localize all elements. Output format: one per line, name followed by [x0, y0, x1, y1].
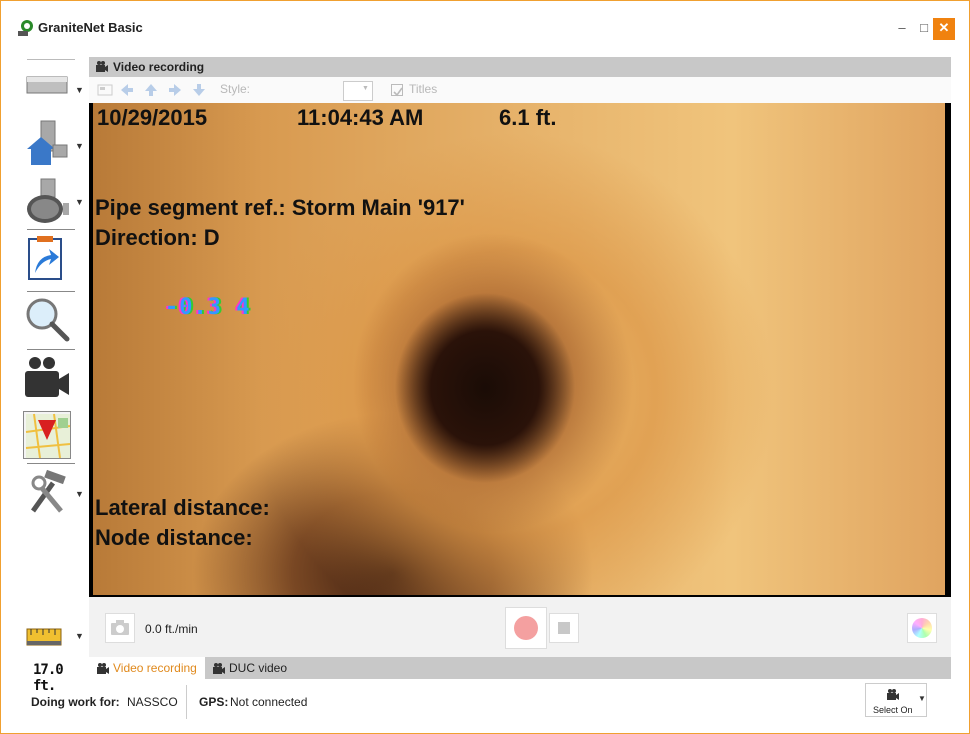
video-camera-icon: [25, 357, 69, 397]
close-button[interactable]: ✕: [933, 18, 955, 40]
osd-distance: 6.1 ft.: [499, 105, 557, 130]
stop-icon: [558, 622, 570, 634]
toolbar-divider: [27, 291, 75, 292]
chevron-down-icon[interactable]: ▼: [75, 85, 84, 95]
chevron-down-icon[interactable]: ▼: [75, 197, 84, 207]
pipe-inspection-frame: [93, 103, 945, 595]
osd-time: 11:04:43 AM: [297, 105, 424, 130]
stop-button[interactable]: [549, 613, 579, 643]
toolbar-divider: [27, 229, 75, 230]
chevron-down-icon[interactable]: ▼: [75, 141, 84, 151]
tab-duc-video[interactable]: DUC video: [205, 657, 305, 679]
osd-lateral: Lateral distance:: [95, 495, 270, 520]
settings-tool[interactable]: [23, 469, 71, 517]
toolbar-divider: [27, 463, 75, 464]
pipe-segment-icon: [26, 76, 68, 94]
map-pin-icon: [25, 413, 71, 459]
record-button[interactable]: [505, 607, 547, 649]
upload-tool[interactable]: [23, 235, 71, 283]
titles-label: Titles: [409, 82, 438, 96]
video-viewport[interactable]: 10/29/2015 11:04:43 AM 6.1 ft. Pipe segm…: [89, 103, 951, 597]
speed-readout: 0.0 ft./min: [145, 622, 198, 636]
chevron-down-icon[interactable]: ▼: [75, 631, 84, 641]
video-camera-icon: [212, 661, 226, 683]
arrow-down-icon[interactable]: [191, 82, 207, 98]
style-select[interactable]: ▼: [343, 81, 373, 101]
status-divider: [186, 685, 187, 719]
panel-title: Video recording: [113, 60, 205, 74]
arrow-right-icon[interactable]: [167, 82, 183, 98]
video-tool[interactable]: [23, 353, 71, 401]
osd-gauge: -0.3 4: [165, 295, 251, 320]
maximize-button[interactable]: □: [913, 18, 935, 40]
arrow-left-icon[interactable]: [119, 82, 135, 98]
window-title: GraniteNet Basic: [38, 20, 143, 35]
manhole-icon: [27, 178, 69, 223]
osd-direction: Direction: D: [95, 225, 220, 250]
checkmark-icon: [393, 87, 403, 97]
tab-video-recording[interactable]: Video recording: [89, 657, 205, 679]
record-icon: [514, 616, 538, 640]
granitenet-logo-icon: [17, 19, 35, 37]
select-on-label: Select On: [873, 705, 913, 715]
lateral-house-icon: [27, 120, 68, 165]
distance-tool[interactable]: [23, 611, 71, 651]
left-toolbar: ▼ ▼ ▼ ▼ ▼ 17.0 ft.: [1, 57, 89, 694]
video-camera-icon: [96, 661, 110, 683]
toolbar-divider: [27, 59, 75, 60]
osd-node: Node distance:: [95, 525, 253, 550]
toolbar-divider: [27, 349, 75, 350]
work-value[interactable]: NASSCO: [127, 695, 178, 709]
map-tool[interactable]: [23, 411, 71, 459]
style-label: Style:: [220, 82, 251, 96]
titles-checkbox[interactable]: [391, 84, 403, 97]
tape-measure-icon: [26, 628, 62, 646]
lateral-tool[interactable]: [23, 119, 71, 167]
osd-date: 10/29/2015: [97, 105, 208, 130]
osd-segment: Pipe segment ref.: Storm Main '917': [95, 195, 465, 220]
magnifier-icon: [26, 298, 70, 342]
search-tool[interactable]: [23, 295, 71, 343]
video-toolbar: Style: ▼ Titles: [89, 77, 951, 103]
tab-label: Video recording: [113, 661, 197, 675]
panel-header: Video recording: [89, 57, 951, 77]
tab-label: DUC video: [229, 661, 288, 675]
upload-clipboard-icon: [28, 236, 62, 280]
chevron-down-icon[interactable]: ▼: [75, 489, 84, 499]
camera-icon: [111, 620, 129, 635]
gps-label: GPS:: [199, 695, 229, 709]
minimize-button[interactable]: –: [891, 18, 913, 40]
status-bar: Doing work for: NASSCO GPS: Not connecte…: [1, 681, 969, 733]
layout-icon[interactable]: [97, 82, 113, 98]
snapshot-button[interactable]: [105, 613, 135, 643]
app-window: GraniteNet Basic – □ ✕ ▼ ▼ ▼ ▼ ▼ 17.0 ft…: [0, 0, 970, 734]
chevron-down-icon: ▼: [362, 85, 369, 92]
manhole-tool[interactable]: [23, 177, 71, 225]
color-adjust-button[interactable]: [907, 613, 937, 643]
title-bar: GraniteNet Basic – □ ✕: [1, 1, 969, 57]
tools-icon: [30, 469, 66, 513]
arrow-up-icon[interactable]: [143, 82, 159, 98]
chevron-down-icon[interactable]: ▼: [918, 694, 926, 703]
gps-value: Not connected: [230, 695, 308, 709]
recording-controls: 0.0 ft./min: [89, 597, 951, 657]
select-on-button[interactable]: Select On ▼: [865, 683, 927, 717]
pipe-segment-tool[interactable]: [23, 63, 71, 111]
panel-tabs: Video recording DUC video: [89, 657, 951, 679]
work-label: Doing work for:: [31, 695, 120, 709]
color-wheel-icon: [912, 618, 932, 638]
